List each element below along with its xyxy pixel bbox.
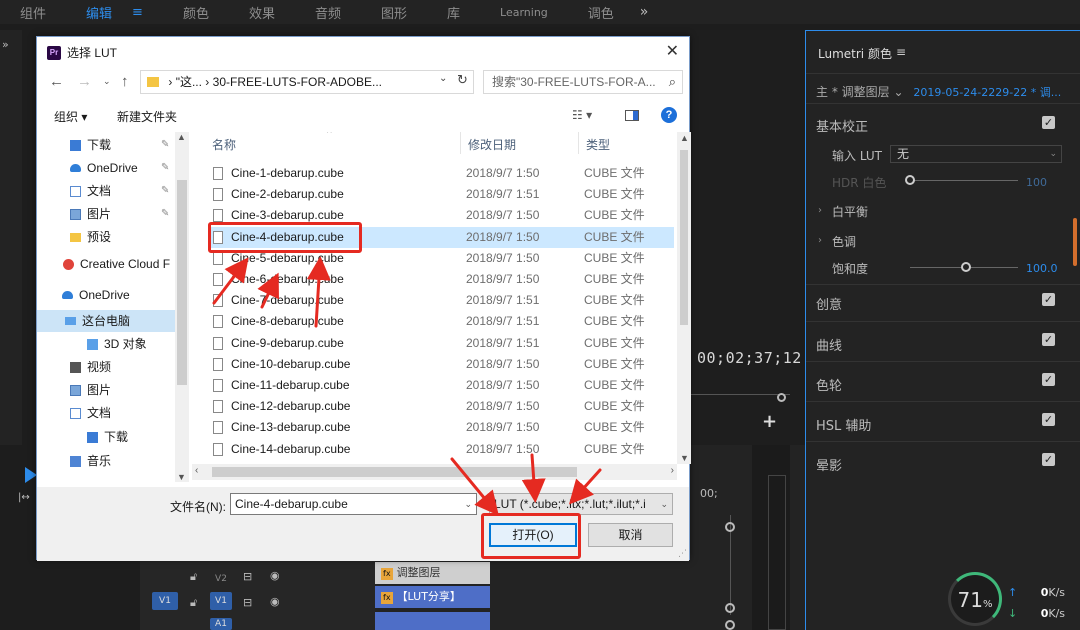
arrow-annotation bbox=[212, 257, 249, 305]
arrow-annotation bbox=[568, 468, 602, 505]
arrow-annotation bbox=[450, 457, 499, 516]
arrow-annotation bbox=[306, 256, 331, 328]
annotation-arrows bbox=[212, 256, 602, 516]
arrow-annotation bbox=[521, 453, 546, 503]
arrow-annotation bbox=[257, 272, 279, 309]
